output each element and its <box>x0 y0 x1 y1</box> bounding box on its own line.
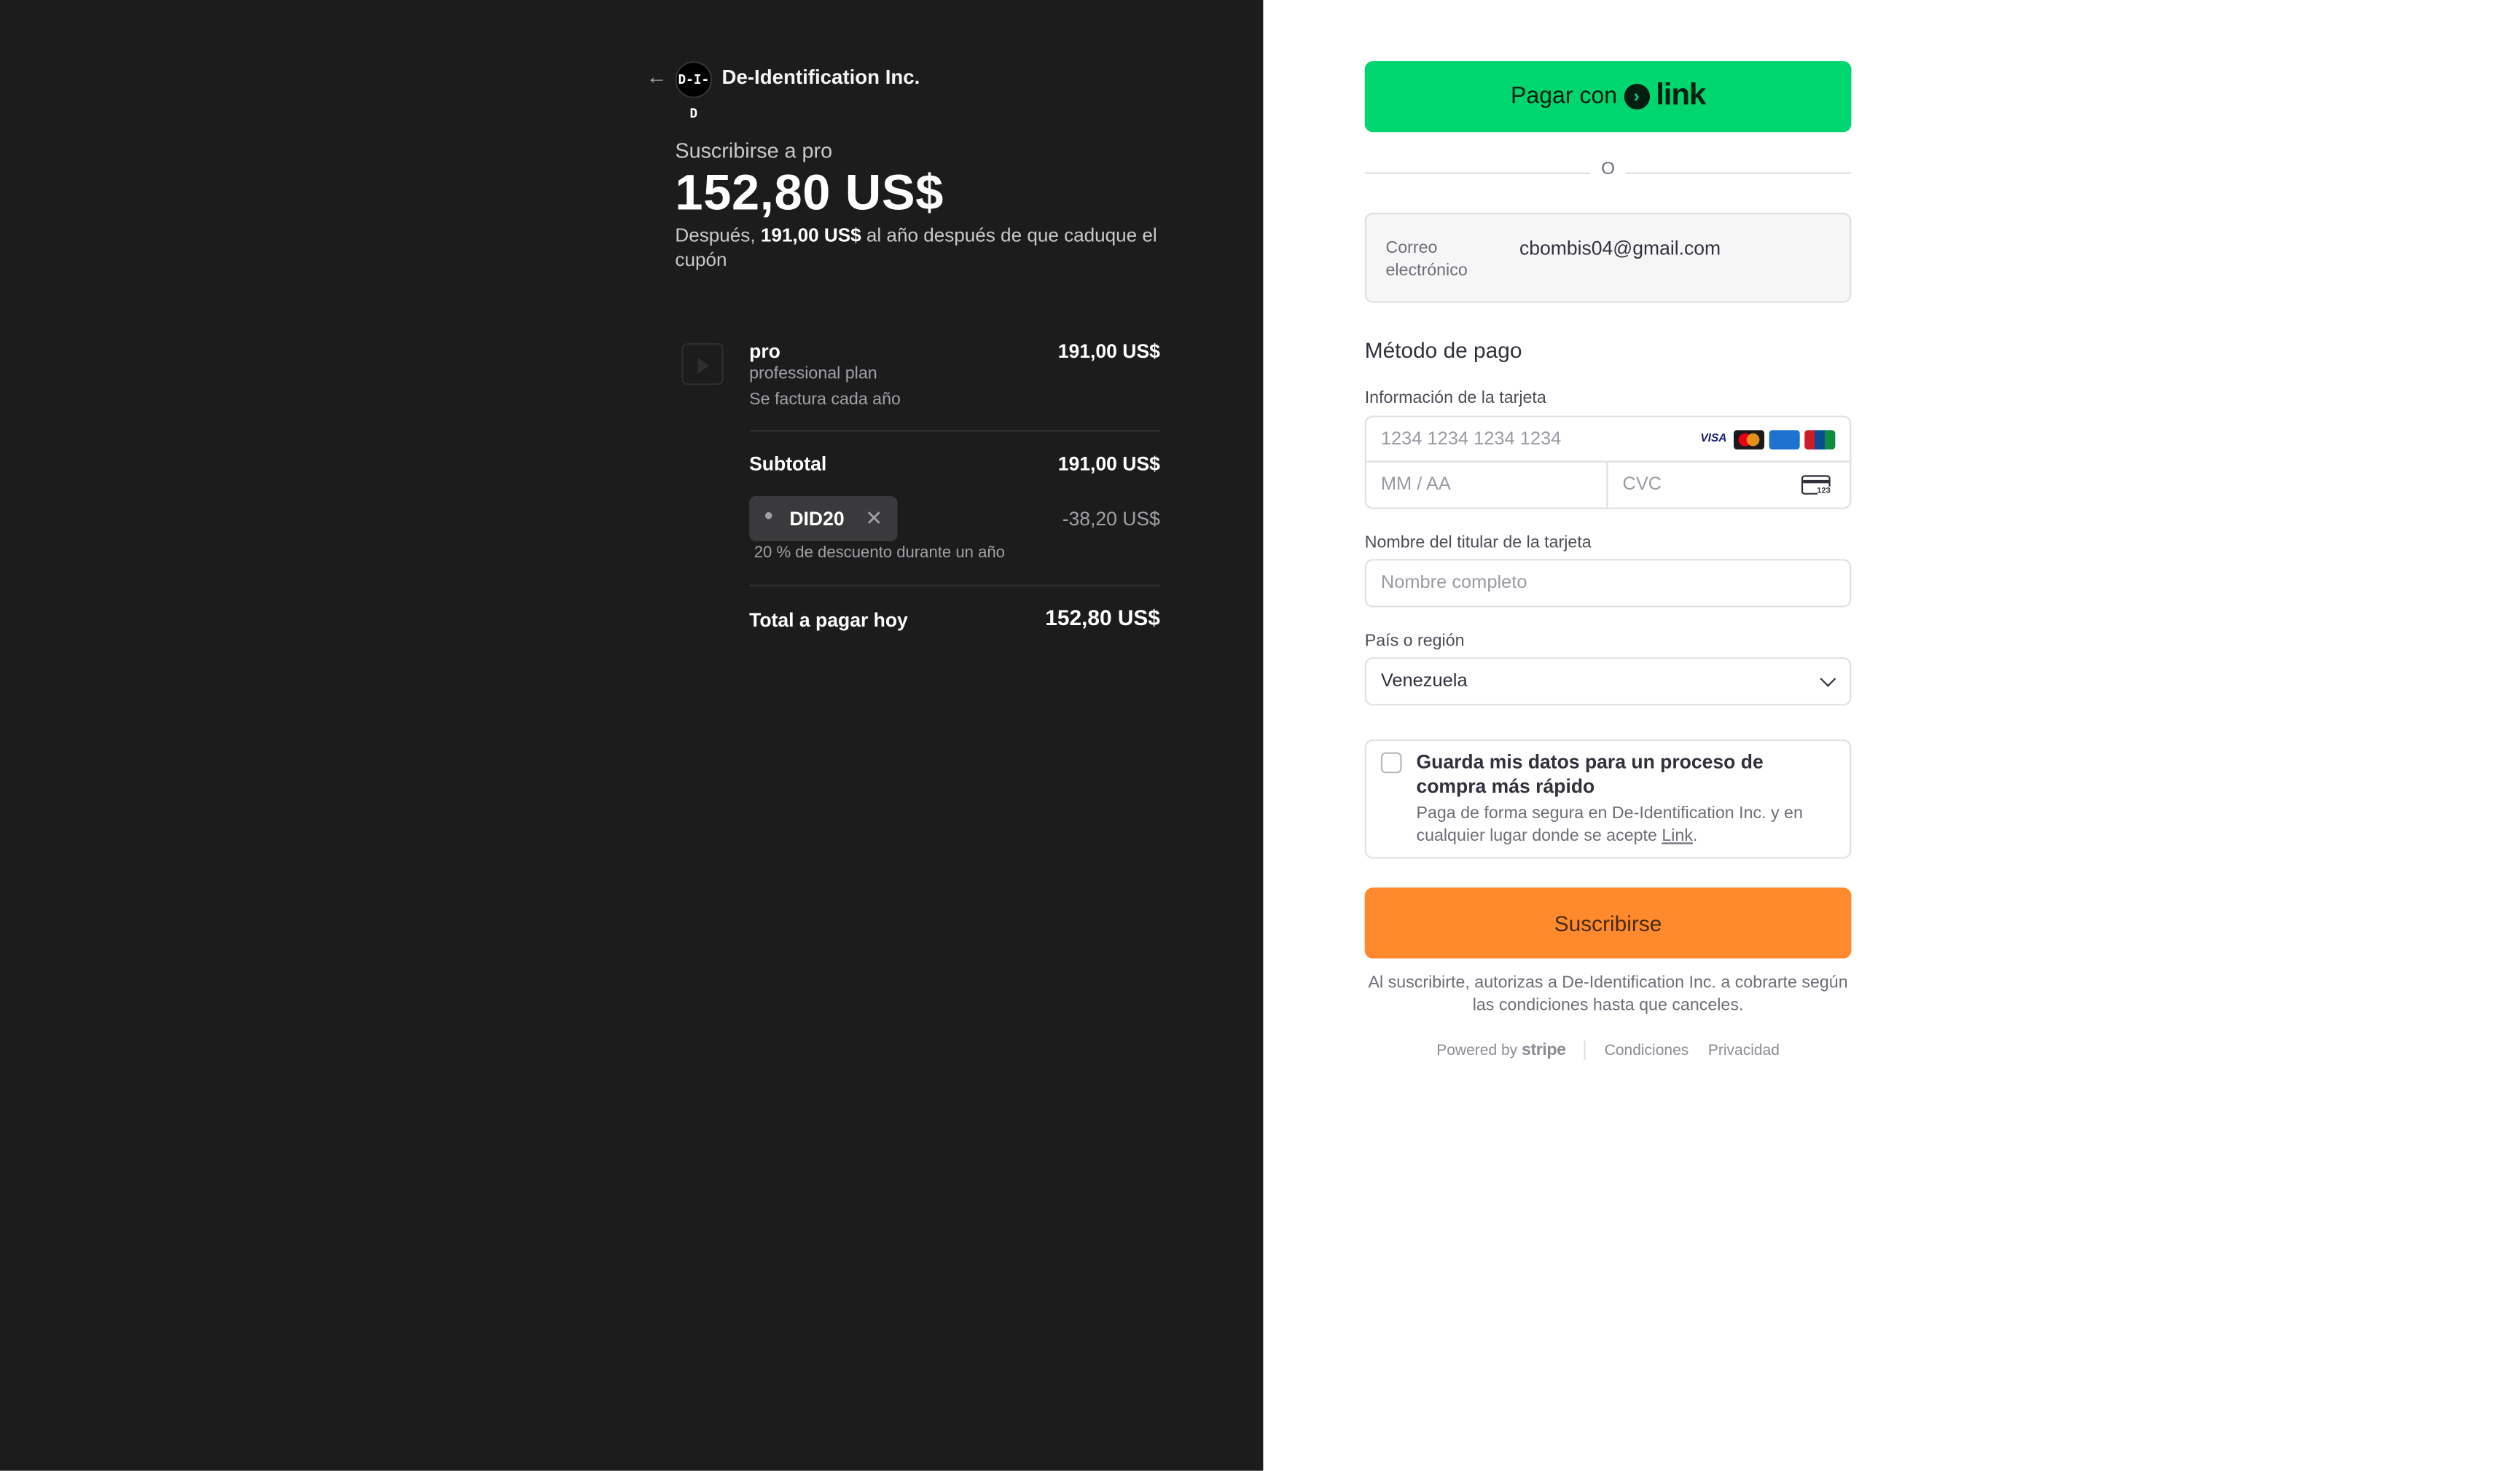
line-item-description: professional plan <box>749 364 877 384</box>
line-item-name: pro <box>749 340 780 363</box>
card-info-label: Información de la tarjeta <box>1364 388 1546 408</box>
promo-code-chip: ● DID20 ✕ <box>749 495 898 541</box>
total-price-heading: 152,80 US$ <box>675 164 944 221</box>
chevron-down-icon <box>1820 670 1836 687</box>
email-label: Correo electrónico <box>1385 238 1468 281</box>
divider <box>1364 172 1591 174</box>
divider <box>749 430 1160 432</box>
subscribe-label: Suscribirse a pro <box>675 138 833 163</box>
save-desc-text: Paga de forma segura en De-Identificatio… <box>1416 804 1803 846</box>
pay-with-link-button[interactable]: Pagar con › link <box>1364 61 1852 133</box>
discount-description: 20 % de descuento durante un año <box>754 544 1005 562</box>
footer: Powered by stripe Condiciones Privacidad <box>1365 1040 1852 1060</box>
save-info-checkbox[interactable] <box>1380 752 1402 774</box>
cardholder-label: Nombre del titular de la tarjeta <box>1364 533 1592 553</box>
divider <box>1625 172 1852 174</box>
amex-icon <box>1769 430 1800 450</box>
merchant-logo: D-I-D <box>675 61 713 121</box>
cardholder-name-input[interactable] <box>1364 559 1852 608</box>
save-info-box: Guarda mis datos para un proceso de comp… <box>1364 739 1852 859</box>
line-item-billing: Se factura cada año <box>749 390 901 409</box>
discount-value: -38,20 US$ <box>1062 507 1160 530</box>
mastercard-icon <box>1734 430 1765 450</box>
powered-by-stripe[interactable]: Powered by stripe <box>1436 1040 1586 1060</box>
save-desc-end: . <box>1692 826 1698 846</box>
visa-icon: VISA <box>1698 430 1729 450</box>
expiry-input[interactable] <box>1366 462 1608 508</box>
legal-text: Al suscribirte, autorizas a De-Identific… <box>1368 973 1848 1015</box>
total-value: 152,80 US$ <box>1045 605 1160 630</box>
order-summary-panel: ← D-I-D De-Identification Inc. Suscribir… <box>0 0 1264 1471</box>
payment-panel: Pagar con › link O Correo electrónico cb… <box>1263 0 2520 1471</box>
merchant-name[interactable]: De-Identification Inc. <box>722 66 920 89</box>
stripe-logo: stripe <box>1522 1040 1566 1060</box>
email-field[interactable]: Correo electrónico cbombis04@gmail.com <box>1364 212 1852 303</box>
after-amount: 191,00 US$ <box>760 224 861 247</box>
card-info-group: VISA <box>1364 415 1852 509</box>
after-prefix: Después, <box>675 224 761 247</box>
unionpay-icon <box>1804 430 1836 450</box>
link-arrow-icon: › <box>1623 83 1650 110</box>
subtotal-value: 191,00 US$ <box>1057 452 1160 476</box>
payment-method-title: Método de pago <box>1364 338 1522 363</box>
remove-promo-icon[interactable]: ✕ <box>865 506 883 531</box>
tag-icon: ● <box>764 507 774 525</box>
subtotal-label: Subtotal <box>749 452 827 476</box>
powered-by-label: Powered by <box>1436 1042 1518 1060</box>
country-select[interactable]: Venezuela <box>1364 657 1852 706</box>
cvc-card-icon <box>1801 475 1831 496</box>
terms-link[interactable]: Condiciones <box>1605 1041 1689 1059</box>
country-label: País o región <box>1364 631 1465 651</box>
card-brands: VISA <box>1698 430 1836 450</box>
save-info-title: Guarda mis datos para un proceso de comp… <box>1416 750 1764 798</box>
subscribe-button[interactable]: Suscribirse <box>1364 887 1852 959</box>
total-label: Total a pagar hoy <box>749 608 908 632</box>
promo-code: DID20 <box>789 507 845 530</box>
link-button-label: Pagar con <box>1510 83 1618 110</box>
link-brand: link <box>1656 79 1706 113</box>
back-arrow-icon[interactable]: ← <box>646 66 669 89</box>
email-value: cbombis04@gmail.com <box>1519 237 1721 259</box>
country-selected-value: Venezuela <box>1380 671 1468 691</box>
save-info-description: Paga de forma segura en De-Identificatio… <box>1416 802 1838 847</box>
product-image-icon <box>681 342 724 385</box>
after-coupon-text: Después, 191,00 US$ al año después de qu… <box>675 224 1158 270</box>
link-info-link[interactable]: Link <box>1662 826 1693 846</box>
or-separator: O <box>1601 159 1616 179</box>
line-item-price: 191,00 US$ <box>1057 340 1160 363</box>
divider <box>749 584 1160 587</box>
privacy-link[interactable]: Privacidad <box>1708 1041 1780 1059</box>
